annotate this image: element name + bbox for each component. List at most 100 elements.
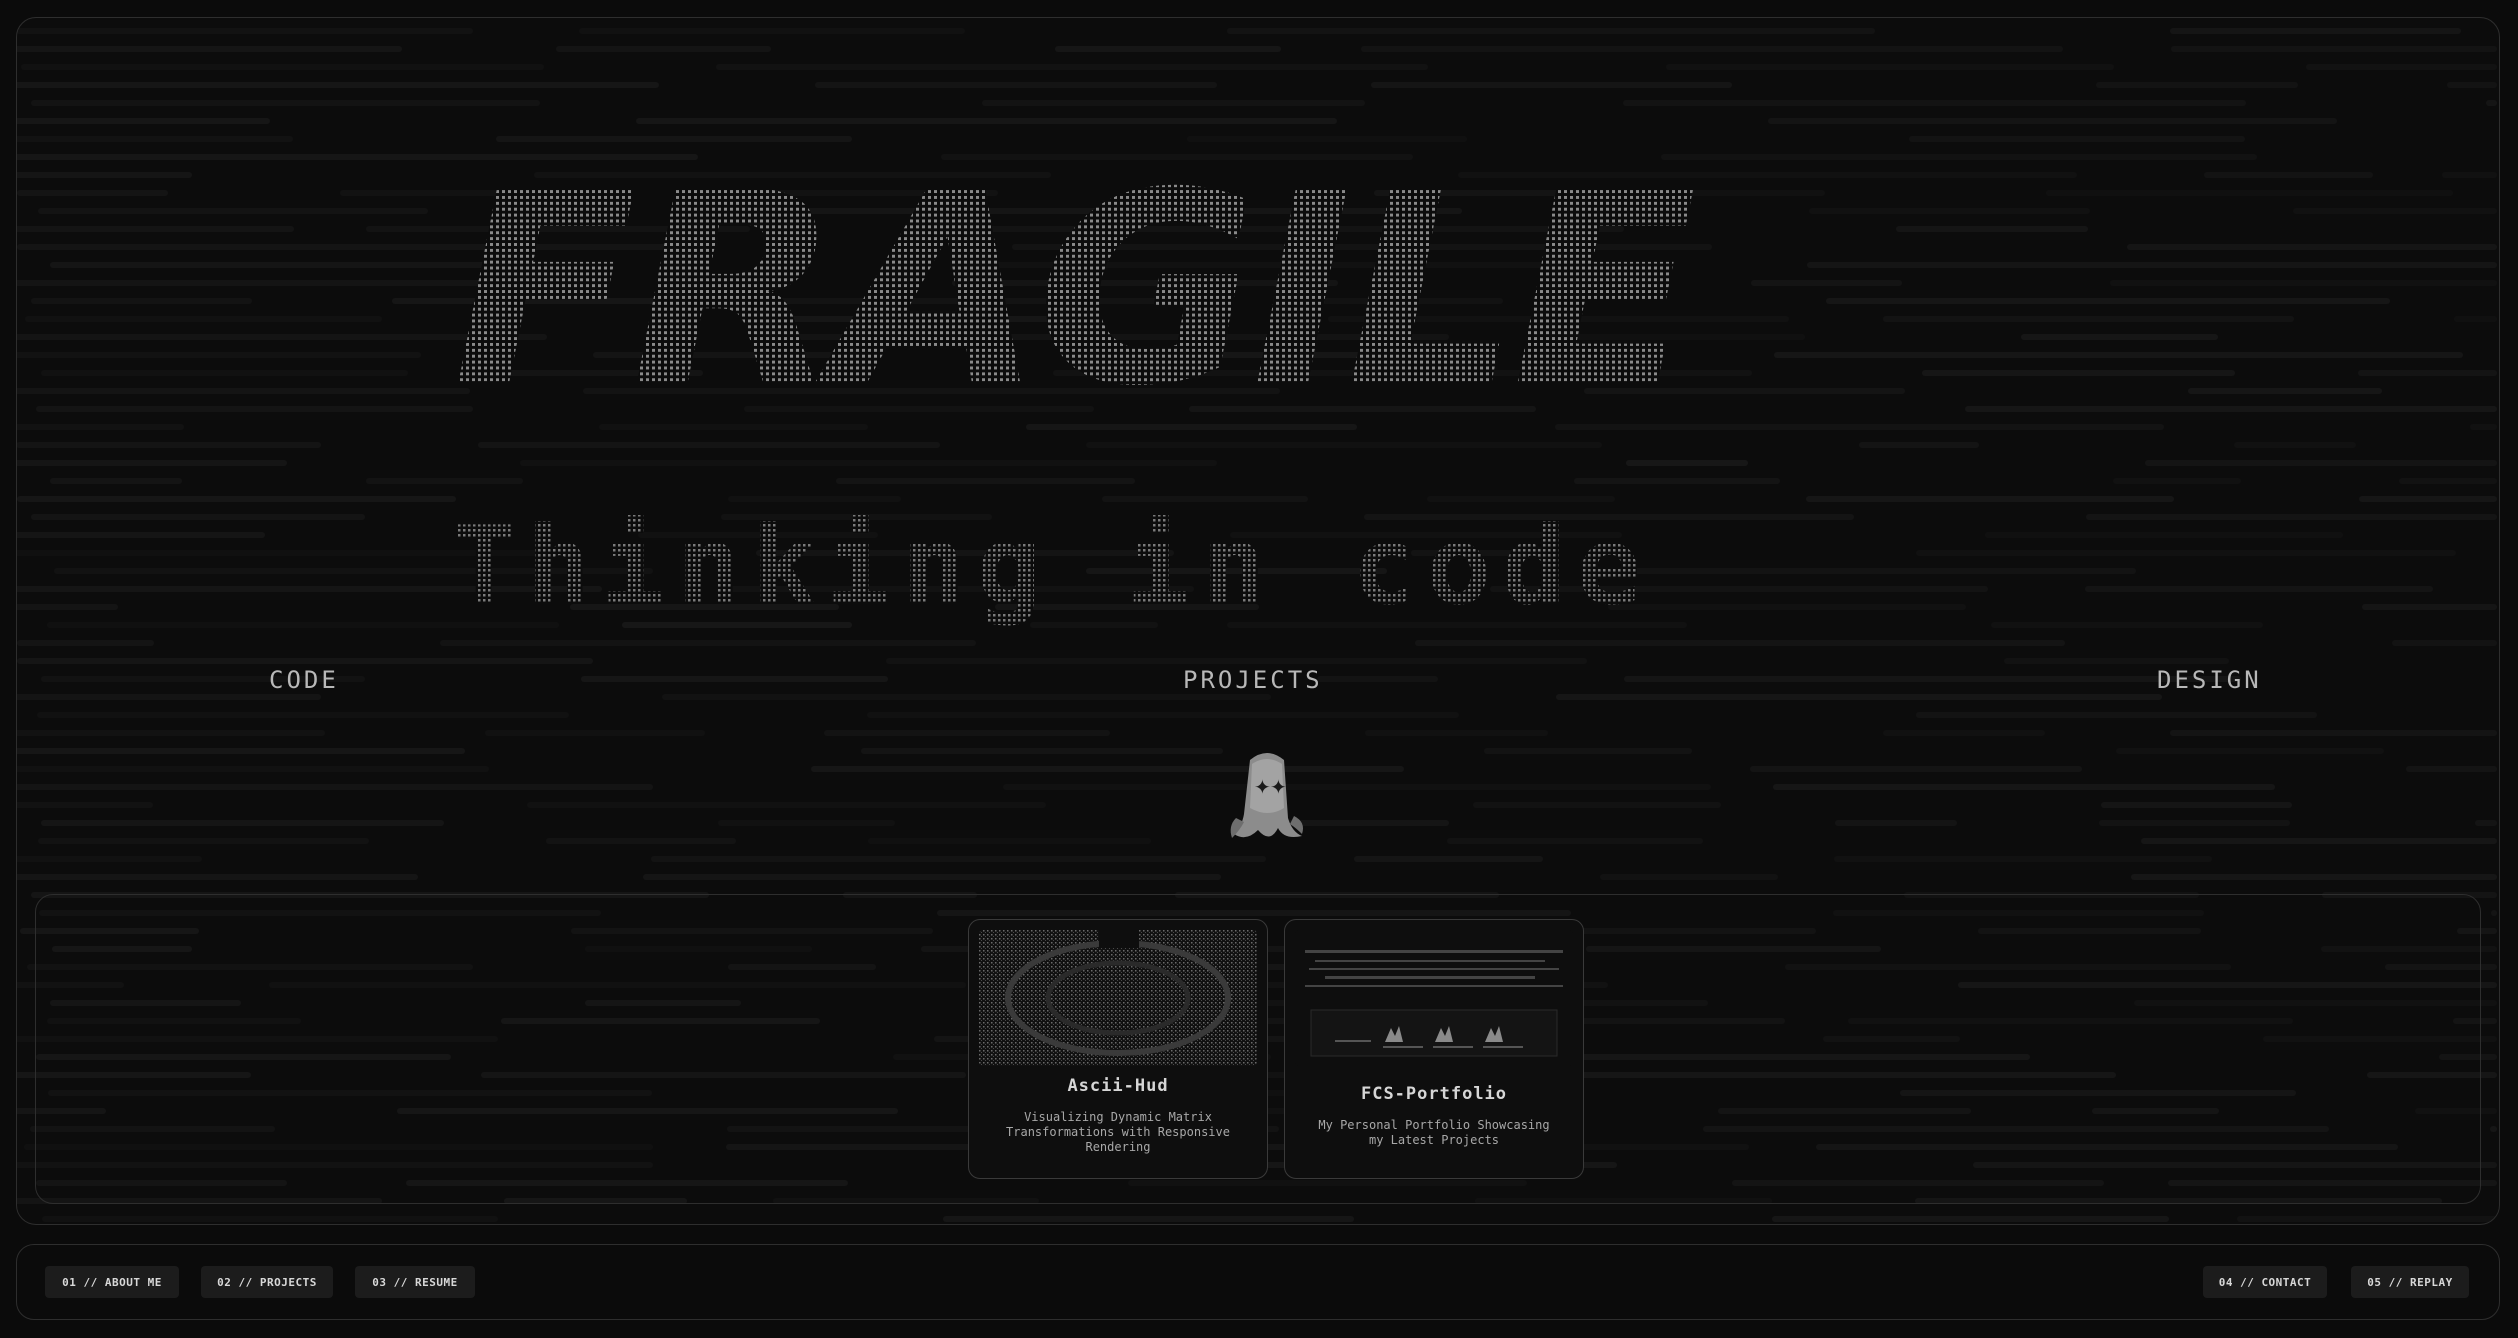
scanline (2170, 28, 2462, 34)
scanline (2115, 748, 2385, 754)
scanline (2098, 820, 2291, 826)
scanline (17, 532, 266, 538)
scanline (17, 730, 326, 736)
scanline (1624, 676, 2242, 682)
scanline (2169, 730, 2497, 736)
scanline (2046, 190, 2454, 196)
scanline (17, 388, 471, 394)
scanline (1771, 1216, 2170, 1222)
section-code-label[interactable]: CODE (269, 666, 339, 694)
card-title: Ascii-Hud (1067, 1076, 1169, 1096)
scanline (2112, 478, 2242, 484)
scanline (868, 838, 1151, 844)
section-projects-label[interactable]: PROJECTS (1183, 666, 1323, 694)
scanline (545, 838, 737, 844)
scanline (17, 748, 466, 754)
scanline (17, 856, 202, 862)
scanline (1626, 460, 1749, 466)
scanline (1353, 856, 1543, 862)
scanline (36, 406, 473, 412)
scanline (17, 118, 270, 124)
scanline (1772, 784, 2276, 790)
section-design-label[interactable]: DESIGN (2157, 666, 2262, 694)
scanline (943, 1216, 1354, 1222)
scanline (17, 784, 654, 790)
scanline (24, 316, 383, 322)
projects-panel: Ascii-Hud Visualizing Dynamic Matrix Tra… (35, 894, 2481, 1204)
main-frame: FRAGILE Thinking in code CODE PROJECTS D… (16, 17, 2500, 1225)
scanline (2391, 640, 2497, 646)
project-card[interactable]: Ascii-Hud Visualizing Dynamic Matrix Tra… (968, 919, 1268, 1179)
card-title: FCS-Portfolio (1360, 1084, 1508, 1104)
hero-subtitle-text: Thinking in code (451, 504, 1651, 629)
footer-nav-bar: 01 // ABOUT ME 02 // PROJECTS 03 // RESU… (16, 1244, 2500, 1320)
scanline (824, 730, 1110, 736)
project-thumbnail (979, 930, 1257, 1066)
scanline (485, 730, 706, 736)
nav-projects-button[interactable]: 02 // PROJECTS (201, 1266, 333, 1298)
hero-title-art: FRAGILE (453, 137, 1694, 428)
scanline (17, 136, 294, 142)
scanline (36, 712, 569, 718)
scanline (2100, 802, 2293, 808)
hero-subtitle-art: Thinking in code (451, 504, 1651, 629)
scanline (2187, 388, 2383, 394)
scanline (1834, 856, 2213, 862)
scanline (2399, 478, 2497, 484)
scanline (2096, 82, 2298, 88)
scanline (2490, 910, 2497, 916)
scanline (643, 874, 1222, 880)
scanline (1574, 478, 1781, 484)
scanline (2486, 100, 2497, 106)
scanline (527, 802, 1046, 808)
scanline (17, 46, 403, 52)
scanline (1599, 874, 1779, 880)
scanline (2144, 460, 2497, 466)
scanline (2236, 1216, 2497, 1222)
scanline (17, 640, 155, 646)
scanline (1447, 838, 1704, 844)
scanline (2453, 316, 2497, 322)
scanline (17, 874, 418, 880)
scanline (365, 478, 524, 484)
scanline (1858, 442, 1979, 448)
scanline (2358, 496, 2497, 502)
scanline (2171, 46, 2497, 52)
scanline (2306, 64, 2497, 70)
scanline (17, 694, 321, 700)
scanline (50, 262, 498, 268)
nav-about-button[interactable]: 01 // ABOUT ME (45, 1266, 179, 1298)
scanline (17, 802, 153, 808)
scanline (17, 496, 457, 502)
scanline (861, 748, 1224, 754)
scanline (2204, 172, 2374, 178)
scanline (1555, 694, 2162, 700)
scanline (1835, 820, 1958, 826)
scanline (41, 820, 444, 826)
scanline (2233, 442, 2357, 448)
svg-text:✦: ✦ (1270, 775, 1287, 799)
scanline (520, 460, 1217, 466)
scanline (2405, 766, 2497, 772)
scanline (1085, 442, 1603, 448)
project-card[interactable]: FCS-Portfolio My Personal Portfolio Show… (1284, 919, 1584, 1179)
nav-contact-button[interactable]: 04 // CONTACT (2203, 1266, 2327, 1298)
ghost-icon[interactable]: ✦ ✦ (1222, 748, 1312, 848)
scanline (50, 478, 182, 484)
scanline (17, 442, 321, 448)
scanline (1473, 802, 1721, 808)
scanline (478, 442, 940, 448)
scanline (41, 370, 409, 376)
scanline (17, 226, 295, 232)
scanline (1003, 784, 1711, 790)
scanline (2131, 874, 2497, 880)
scanline (2084, 586, 2433, 592)
nav-replay-button[interactable]: 05 // REPLAY (2351, 1266, 2469, 1298)
scanline (811, 766, 1405, 772)
scanline (17, 424, 185, 430)
scanline (2489, 1126, 2497, 1132)
scanline (578, 28, 965, 34)
nav-resume-button[interactable]: 03 // RESUME (355, 1266, 475, 1298)
scanline (2469, 424, 2497, 430)
scanline (1316, 676, 1438, 682)
